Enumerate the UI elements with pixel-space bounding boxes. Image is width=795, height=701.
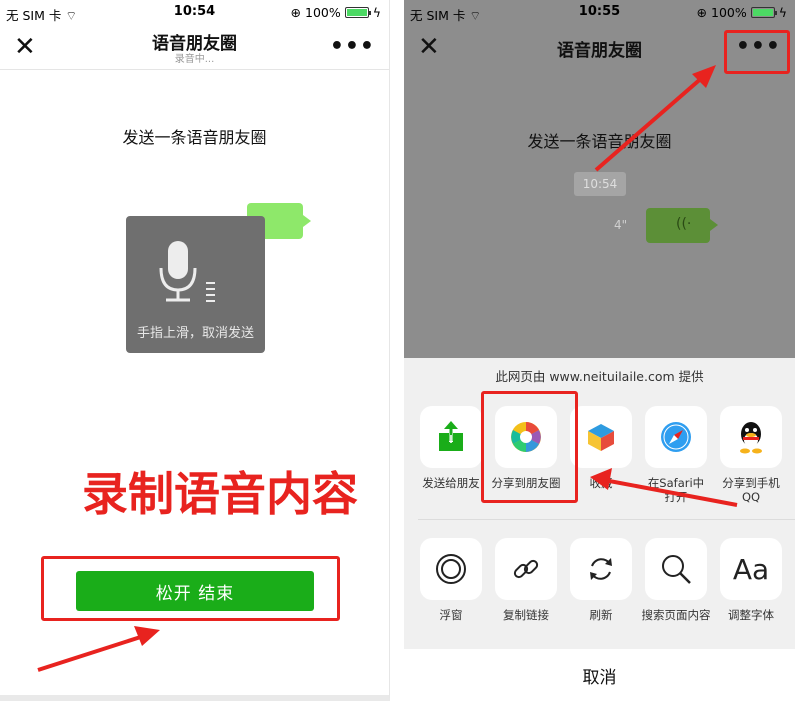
action-float-window[interactable]: 浮窗 xyxy=(416,538,486,622)
voice-duration: 4" xyxy=(614,218,628,232)
font-icon: Aa xyxy=(732,552,770,586)
battery-icon xyxy=(344,7,371,18)
highlight-box-more xyxy=(724,30,790,74)
recording-overlay: 手指上滑，取消发送 xyxy=(126,216,265,353)
favorite-cube-icon xyxy=(588,424,614,451)
annotation-text: 录制语音内容 xyxy=(82,467,358,521)
refresh-icon xyxy=(590,558,612,580)
status-right: ⊕ 100% ϟ xyxy=(697,5,787,20)
battery-percent: 100% xyxy=(305,5,341,20)
action-row: 浮窗 复制链接 刷新 搜索页面内容 Aa 调整字体 xyxy=(404,538,795,648)
recording-hint: 手指上滑，取消发送 xyxy=(136,326,254,341)
share-upload-icon xyxy=(439,421,463,451)
share-sheet: 此网页由 www.neituilaile.com 提供 发送给朋友 分享到朋友圈… xyxy=(404,358,795,701)
action-search-page[interactable]: 搜索页面内容 xyxy=(641,538,711,622)
action-refresh[interactable]: 刷新 xyxy=(566,538,636,622)
page-heading: 发送一条语音朋友圈 xyxy=(122,128,267,147)
share-to-qq[interactable]: 分享到手机QQ xyxy=(716,406,786,504)
charging-icon: ϟ xyxy=(778,5,787,20)
link-icon xyxy=(513,559,539,579)
release-button[interactable]: 松开 结束 xyxy=(76,571,314,611)
share-open-safari[interactable]: 在Safari中打开 xyxy=(641,406,711,504)
action-copy-link[interactable]: 复制链接 xyxy=(491,538,561,622)
charging-icon: ϟ xyxy=(372,5,381,20)
highlight-box-moments xyxy=(481,391,578,503)
status-bar: 无 SIM 卡 ⌔ 10:54 ⊕ 100% ϟ xyxy=(0,0,389,26)
share-row: 发送给朋友 分享到朋友圈 收藏 在Safari中打开 分享到手机QQ xyxy=(404,406,795,516)
qq-icon xyxy=(740,422,762,454)
microphone-icon xyxy=(159,241,215,302)
battery-icon xyxy=(750,7,777,18)
float-window-icon xyxy=(436,554,466,584)
cancel-button[interactable]: 取消 xyxy=(404,649,795,701)
page-heading: 发送一条语音朋友圈 xyxy=(527,132,672,151)
voice-message-bubble[interactable]: ((· xyxy=(646,208,718,243)
battery-percent: 100% xyxy=(711,5,747,20)
orientation-lock-icon: ⊕ xyxy=(696,5,707,20)
share-send-to-friend[interactable]: 发送给朋友 xyxy=(416,406,486,490)
nav-bar: ✕ 语音朋友圈 录音中... ••• xyxy=(0,26,389,70)
left-screen: 无 SIM 卡 ⌔ 10:54 ⊕ 100% ϟ ✕ 语音朋友圈 录音中... … xyxy=(0,0,390,701)
provider-text: 此网页由 www.neituilaile.com 提供 xyxy=(495,369,704,384)
safari-icon xyxy=(661,422,691,452)
orientation-lock-icon: ⊕ xyxy=(290,5,301,20)
status-bar: 无 SIM 卡 ⌔ 10:55 ⊕ 100% ϟ xyxy=(404,0,795,26)
search-icon xyxy=(662,555,691,584)
sound-wave-icon: ((· xyxy=(676,216,692,232)
row-divider xyxy=(418,519,795,520)
right-screen: 无 SIM 卡 ⌔ 10:55 ⊕ 100% ϟ ✕ 语音朋友圈 ••• 发送一… xyxy=(404,0,795,701)
action-adjust-font[interactable]: Aa 调整字体 xyxy=(716,538,786,622)
message-timestamp: 10:54 xyxy=(574,172,626,196)
status-right: ⊕ 100% ϟ xyxy=(291,5,381,20)
more-icon[interactable]: ••• xyxy=(330,32,375,62)
